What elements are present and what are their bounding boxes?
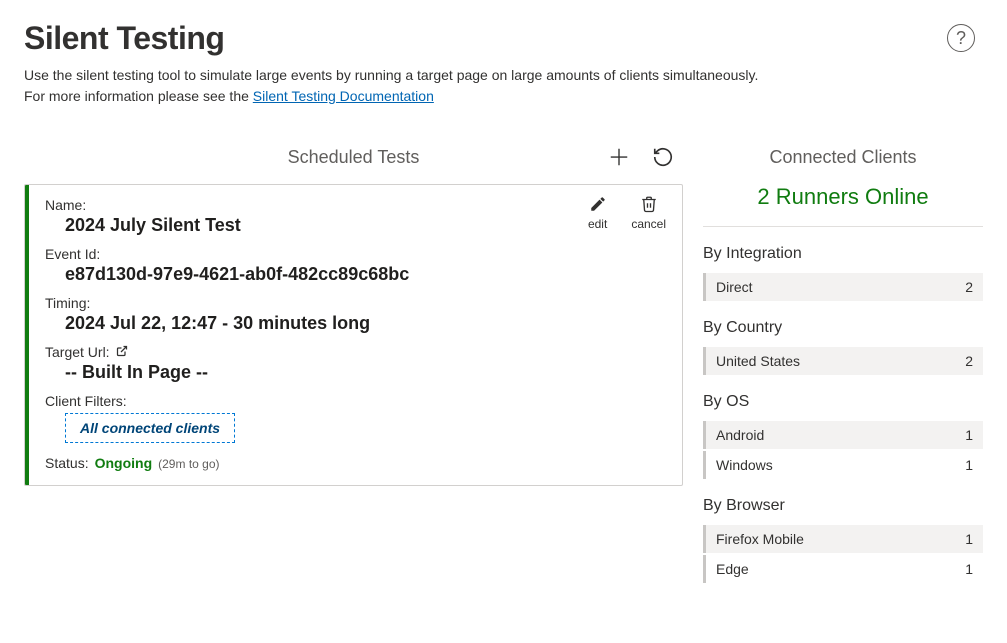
refresh-icon <box>652 146 674 168</box>
data-row: Edge 1 <box>703 555 983 583</box>
divider <box>703 226 983 227</box>
trash-icon <box>640 195 658 213</box>
edit-test-button[interactable]: edit <box>588 195 607 231</box>
data-row-count: 1 <box>965 427 973 443</box>
client-filters-label: Client Filters: <box>45 393 666 409</box>
data-row-name: Windows <box>716 457 773 473</box>
intro-line-2-prefix: For more information please see the <box>24 88 253 104</box>
data-row-name: Android <box>716 427 764 443</box>
scheduled-tests-header: Scheduled Tests <box>288 147 420 168</box>
name-label: Name: <box>45 197 666 213</box>
name-value: 2024 July Silent Test <box>65 215 666 236</box>
refresh-button[interactable] <box>649 143 677 171</box>
data-row: United States 2 <box>703 347 983 375</box>
page-title: Silent Testing <box>24 20 224 57</box>
status-detail: (29m to go) <box>158 457 219 471</box>
timing-label: Timing: <box>45 295 666 311</box>
target-url-label: Target Url: <box>45 344 110 360</box>
cancel-label: cancel <box>631 217 666 231</box>
pencil-icon <box>589 195 607 213</box>
edit-label: edit <box>588 217 607 231</box>
data-row: Direct 2 <box>703 273 983 301</box>
runners-online: 2 Runners Online <box>703 184 983 210</box>
group-title: By OS <box>703 393 983 411</box>
docs-link[interactable]: Silent Testing Documentation <box>253 88 434 104</box>
external-link-icon[interactable] <box>116 344 128 360</box>
data-row-name: United States <box>716 353 800 369</box>
data-row-count: 2 <box>965 279 973 295</box>
data-row-name: Firefox Mobile <box>716 531 804 547</box>
data-row: Firefox Mobile 1 <box>703 525 983 553</box>
group-title: By Browser <box>703 497 983 515</box>
target-url-value: -- Built In Page -- <box>65 362 666 383</box>
timing-value: 2024 Jul 22, 12:47 - 30 minutes long <box>65 313 666 334</box>
data-row: Windows 1 <box>703 451 983 479</box>
client-filter-chip[interactable]: All connected clients <box>65 413 235 443</box>
data-row-name: Edge <box>716 561 749 577</box>
event-id-label: Event Id: <box>45 246 666 262</box>
data-row-name: Direct <box>716 279 753 295</box>
data-row-count: 2 <box>965 353 973 369</box>
status-value: Ongoing <box>95 455 153 471</box>
connected-clients-header: Connected Clients <box>703 147 983 168</box>
group-title: By Integration <box>703 245 983 263</box>
data-row: Android 1 <box>703 421 983 449</box>
status-label: Status: <box>45 455 89 471</box>
data-row-count: 1 <box>965 561 973 577</box>
plus-icon <box>608 146 630 168</box>
intro-line-1: Use the silent testing tool to simulate … <box>24 67 758 83</box>
test-card: edit cancel Name: 2024 July Silent Test … <box>24 184 683 486</box>
intro-text: Use the silent testing tool to simulate … <box>24 65 983 107</box>
add-test-button[interactable] <box>605 143 633 171</box>
data-row-count: 1 <box>965 457 973 473</box>
event-id-value: e87d130d-97e9-4621-ab0f-482cc89c68bc <box>65 264 666 285</box>
data-row-count: 1 <box>965 531 973 547</box>
group-title: By Country <box>703 319 983 337</box>
cancel-test-button[interactable]: cancel <box>631 195 666 231</box>
help-icon[interactable]: ? <box>947 24 975 52</box>
